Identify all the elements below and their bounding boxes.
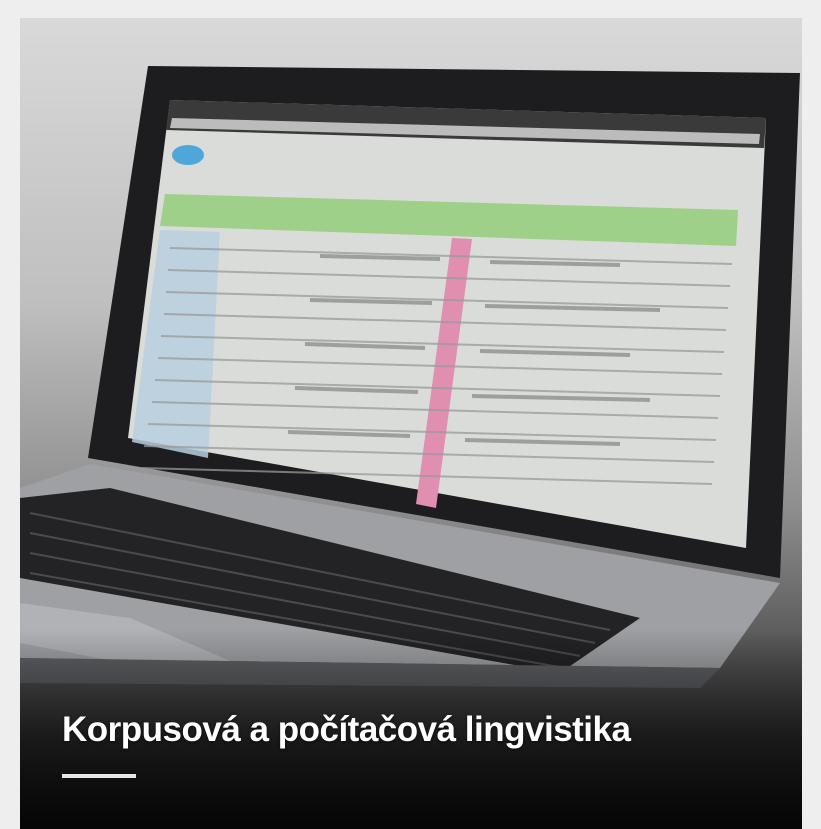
site-logo-icon: [172, 145, 204, 165]
course-card[interactable]: Korpusová a počítačová lingvistika: [20, 18, 802, 829]
card-title[interactable]: Korpusová a počítačová lingvistika: [62, 710, 772, 750]
title-underline: [62, 774, 136, 778]
